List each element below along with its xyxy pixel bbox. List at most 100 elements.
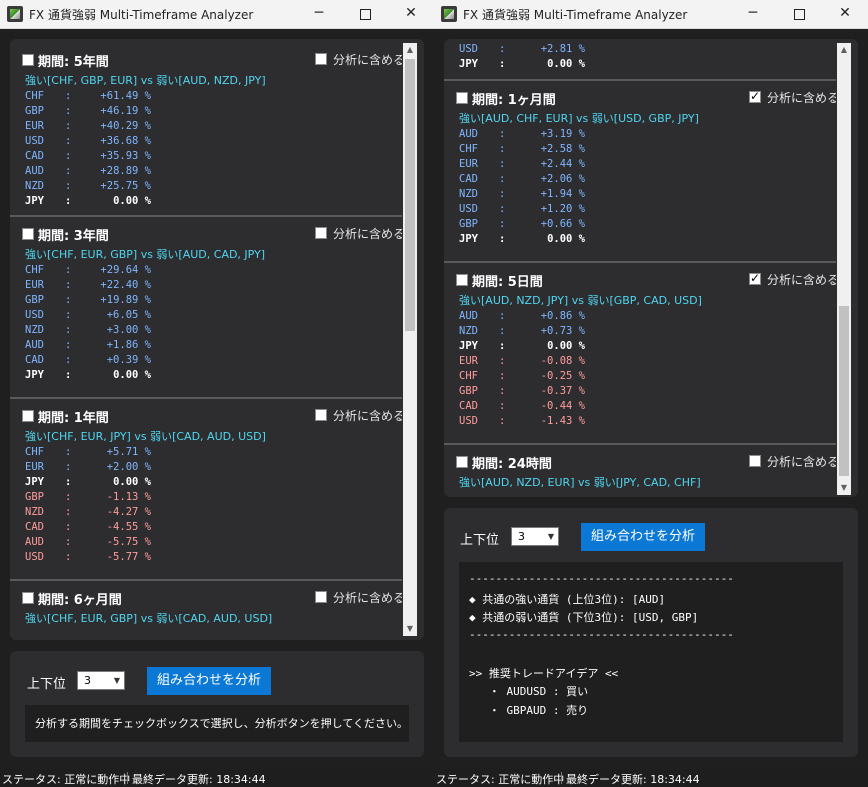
- strength-value: -0.44 %: [540, 400, 585, 412]
- app-window-left: FX 通貨強弱 Multi-Timeframe Analyzer ─ ✕ 期間:…: [0, 0, 434, 787]
- strength-value: -0.37 %: [540, 385, 585, 397]
- strength-value: 0.00 %: [113, 476, 151, 488]
- currency-code: NZD: [25, 324, 44, 336]
- periods-list[interactable]: 期間: 5年間 分析に含める 強い[CHF, GBP, EUR] vs 弱い[AUD…: [10, 41, 402, 638]
- scrollbar[interactable]: ▲ ▼: [837, 43, 851, 495]
- currency-code: AUD: [25, 339, 44, 351]
- app-icon: [441, 6, 457, 22]
- periods-list[interactable]: USD:+2.81 %JPY:0.00 %期間: 1ヶ月間分析に含める強い[AU…: [444, 41, 836, 494]
- strength-value: +2.81 %: [540, 43, 585, 55]
- period-title: 期間: 5年間: [38, 55, 109, 70]
- maximize-button[interactable]: [342, 0, 388, 28]
- scrollbar-thumb[interactable]: [405, 59, 415, 331]
- currency-code: USD: [459, 43, 478, 55]
- period-select-checkbox[interactable]: [22, 54, 34, 66]
- chevron-down-icon: ▼: [113, 676, 120, 685]
- app-icon: [7, 6, 23, 22]
- strength-value: -0.25 %: [540, 370, 585, 382]
- period-section: 期間: 6ヶ月間 分析に含める 強い[CHF, EUR, GBP] vs 弱い[CA…: [10, 579, 402, 638]
- currency-code: USD: [459, 203, 478, 215]
- maximize-button[interactable]: [776, 0, 822, 28]
- output-box: 分析する期間をチェックボックスで選択し、分析ボタンを押してください。: [25, 705, 409, 742]
- include-checkbox[interactable]: [749, 89, 761, 103]
- section-divider: [444, 79, 836, 81]
- currency-code: JPY: [459, 58, 478, 70]
- section-divider: [10, 397, 402, 399]
- top-n-select[interactable]: 3 ▼: [77, 671, 125, 690]
- period-section: 期間: 5年間 分析に含める 強い[CHF, GBP, EUR] vs 弱い[AUD…: [10, 41, 402, 231]
- scroll-down-icon[interactable]: ▼: [403, 622, 417, 636]
- include-label: 分析に含める: [333, 591, 402, 605]
- currency-code: JPY: [459, 340, 478, 352]
- period-select-checkbox[interactable]: [456, 274, 468, 286]
- window-title: FX 通貨強弱 Multi-Timeframe Analyzer: [463, 8, 688, 22]
- strength-summary: 強い[CHF, EUR, GBP] vs 弱い[CAD, AUD, USD]: [25, 612, 273, 625]
- period-title: 期間: 5日間: [472, 275, 543, 290]
- currency-code: CAD: [459, 400, 478, 412]
- status-bar: ステータス: 正常に動作中 最終データ更新: 18:34:44: [434, 769, 868, 787]
- currency-code: EUR: [25, 279, 44, 291]
- analyze-button[interactable]: 組み合わせを分析: [147, 667, 271, 695]
- currency-code: EUR: [459, 355, 478, 367]
- analyze-button[interactable]: 組み合わせを分析: [581, 523, 705, 551]
- currency-code: JPY: [25, 195, 44, 207]
- currency-code: CHF: [459, 370, 478, 382]
- period-select-checkbox[interactable]: [456, 456, 468, 468]
- include-checkbox[interactable]: [749, 455, 761, 467]
- include-checkbox[interactable]: [315, 409, 327, 421]
- close-button[interactable]: ✕: [388, 0, 434, 28]
- output-line: ----------------------------------------: [469, 627, 734, 641]
- strength-value: +61.49 %: [100, 90, 151, 102]
- minimize-button[interactable]: ─: [296, 0, 342, 28]
- scroll-up-icon[interactable]: ▲: [837, 43, 851, 57]
- strength-value: +2.58 %: [540, 143, 585, 155]
- scrollbar-thumb[interactable]: [839, 306, 849, 476]
- top-n-label: 上下位: [460, 533, 500, 548]
- strength-summary: 強い[CHF, EUR, JPY] vs 弱い[CAD, AUD, USD]: [25, 430, 266, 443]
- strength-value: +6.05 %: [106, 309, 151, 321]
- include-label: 分析に含める: [333, 227, 402, 241]
- currency-code: CAD: [25, 354, 44, 366]
- currency-code: NZD: [459, 188, 478, 200]
- status-bar: ステータス: 正常に動作中 最終データ更新: 18:34:44: [0, 769, 434, 787]
- strength-value: +46.19 %: [100, 105, 151, 117]
- currency-code: GBP: [459, 218, 478, 230]
- scroll-up-icon[interactable]: ▲: [403, 43, 417, 57]
- strength-value: 0.00 %: [113, 369, 151, 381]
- strength-value: -0.08 %: [540, 355, 585, 367]
- scrollbar[interactable]: ▲ ▼: [403, 43, 417, 636]
- minimize-button[interactable]: ─: [730, 0, 776, 28]
- include-checkbox[interactable]: [315, 53, 327, 65]
- strength-value: +0.73 %: [540, 325, 585, 337]
- close-button[interactable]: ✕: [822, 0, 868, 28]
- include-checkbox[interactable]: [315, 227, 327, 239]
- period-title: 期間: 1ヶ月間: [472, 93, 556, 108]
- strength-value: +5.71 %: [106, 446, 151, 458]
- currency-code: AUD: [459, 310, 478, 322]
- include-checkbox[interactable]: [315, 591, 327, 603]
- scroll-down-icon[interactable]: ▼: [837, 481, 851, 495]
- strength-value: 0.00 %: [547, 58, 585, 70]
- output-line: 分析する期間をチェックボックスで選択し、分析ボタンを押してください。: [35, 717, 409, 730]
- top-n-select[interactable]: 3 ▼: [511, 527, 559, 546]
- top-n-value: 3: [518, 530, 525, 543]
- strength-value: 0.00 %: [547, 340, 585, 352]
- currency-code: CAD: [25, 521, 44, 533]
- strength-value: -1.43 %: [540, 415, 585, 427]
- period-section: 期間: 1年間 分析に含める 強い[CHF, EUR, JPY] vs 弱い[CAD…: [10, 397, 402, 587]
- currency-code: AUD: [25, 165, 44, 177]
- section-divider: [444, 443, 836, 445]
- strength-summary: 強い[AUD, NZD, JPY] vs 弱い[GBP, CAD, USD]: [459, 294, 702, 307]
- window-title: FX 通貨強弱 Multi-Timeframe Analyzer: [29, 8, 254, 22]
- period-select-checkbox[interactable]: [22, 228, 34, 240]
- include-checkbox[interactable]: [749, 271, 761, 285]
- period-select-checkbox[interactable]: [22, 410, 34, 422]
- include-label: 分析に含める: [333, 409, 402, 423]
- currency-code: CAD: [25, 150, 44, 162]
- strength-summary: 強い[AUD, NZD, EUR] vs 弱い[JPY, CAD, CHF]: [459, 476, 701, 489]
- strength-value: +2.06 %: [540, 173, 585, 185]
- period-select-checkbox[interactable]: [456, 92, 468, 104]
- period-select-checkbox[interactable]: [22, 592, 34, 604]
- strength-value: +3.00 %: [106, 324, 151, 336]
- output-line: ◆ 共通の強い通貨 (上位3位): [AUD]: [469, 592, 666, 606]
